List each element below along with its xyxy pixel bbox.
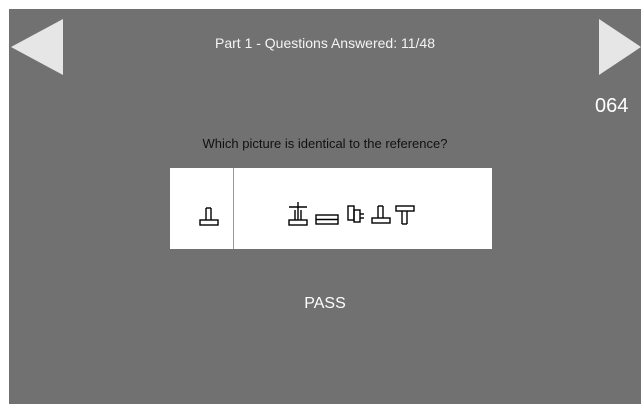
right-arrow-icon [599,19,641,75]
choice-option-3[interactable] [347,204,365,226]
choice-panel [170,168,492,249]
result-status: PASS [304,295,346,312]
flat-bar-glyph-icon [315,214,339,225]
progress-text: Part 1 - Questions Answered: 11/48 [215,35,435,51]
question-prompt: Which picture is identical to the refere… [202,136,448,151]
item-code: 064 [595,95,629,117]
inverted-t-glyph-icon [395,205,415,225]
choice-option-1[interactable] [287,201,309,227]
reference-picture [170,168,234,249]
t-shape-crossbar-glyph-icon [288,202,308,226]
rotated-glyph-icon [347,205,364,223]
t-shape-glyph-icon [199,207,219,226]
t-shape-glyph-icon [371,205,391,224]
choice-option-4[interactable] [370,204,392,226]
choice-option-2[interactable] [315,213,339,227]
choice-option-5[interactable] [394,204,416,226]
next-button[interactable] [599,19,641,75]
test-screen: Part 1 - Questions Answered: 11/48 064 W… [9,9,641,404]
